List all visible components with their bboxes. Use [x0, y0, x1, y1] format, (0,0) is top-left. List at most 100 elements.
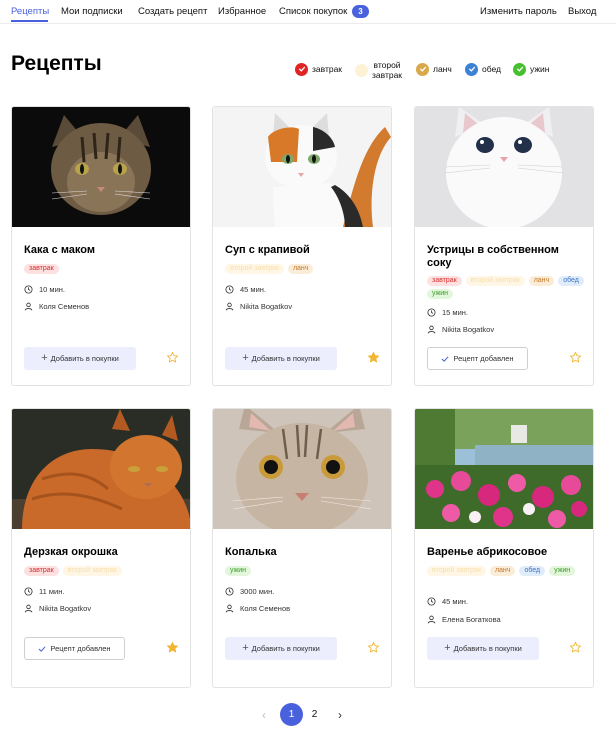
- recipe-title[interactable]: Устрицы в собственном соку: [427, 244, 583, 270]
- user-icon: [427, 615, 436, 624]
- favorite-star-icon[interactable]: [166, 351, 179, 364]
- meal-tag: завтрак: [24, 566, 59, 576]
- clock-icon: [225, 285, 234, 294]
- recipe-image[interactable]: [12, 409, 190, 529]
- filter-label: ужин: [530, 64, 550, 74]
- recipe-tags: завтрак второй завтрак ланч обед ужин: [427, 276, 587, 299]
- meal-tag: обед: [558, 276, 584, 286]
- meal-tag: второй завтрак: [465, 276, 525, 286]
- check-icon: [513, 62, 526, 76]
- plus-icon: +: [242, 352, 249, 364]
- recipe-tags: завтрак второй завтрак: [24, 566, 184, 576]
- meal-tag: ужин: [427, 289, 454, 299]
- filter-breakfast[interactable]: завтрак: [295, 60, 342, 78]
- favorite-star-icon[interactable]: [569, 351, 582, 364]
- check-icon: [442, 356, 449, 362]
- check-icon: [465, 62, 478, 76]
- recipe-added-button[interactable]: Рецепт добавлен: [24, 637, 125, 660]
- nav-create-recipe[interactable]: Создать рецепт: [138, 6, 207, 17]
- recipe-title[interactable]: Дерзкая окрошка: [24, 546, 180, 559]
- plus-icon: +: [444, 642, 451, 654]
- recipe-image[interactable]: [213, 107, 391, 227]
- recipe-title[interactable]: Суп с крапивой: [225, 244, 381, 257]
- user-icon: [225, 302, 234, 311]
- recipe-added-button[interactable]: Рецепт добавлен: [427, 347, 528, 370]
- meal-tag: ужин: [549, 566, 576, 576]
- plus-icon: +: [242, 642, 249, 654]
- filter-lunch[interactable]: ланч: [416, 60, 452, 78]
- nav-change-password[interactable]: Изменить пароль: [480, 6, 557, 17]
- plus-icon: +: [41, 352, 48, 364]
- recipe-author: Nikita Bogatkov: [24, 604, 91, 613]
- recipe-time: 45 мин.: [225, 285, 266, 294]
- recipe-tags: второй завтрак ланч обед ужин: [427, 566, 587, 576]
- meal-tag: завтрак: [24, 264, 59, 274]
- recipe-image[interactable]: [415, 107, 593, 227]
- meal-tag: второй завтрак: [225, 264, 284, 274]
- add-to-shopping-button[interactable]: + Добавить в покупки: [225, 637, 337, 660]
- clock-icon: [427, 308, 436, 317]
- recipe-card: Варенье абрикосовое второй завтрак ланч об…: [414, 408, 594, 688]
- recipe-card: Дерзкая окрошка завтрак второй завтрак 11…: [11, 408, 191, 688]
- add-to-shopping-button[interactable]: + Добавить в покупки: [427, 637, 539, 660]
- filter-dinner[interactable]: обед: [465, 60, 501, 78]
- favorite-star-icon[interactable]: [367, 641, 380, 654]
- prev-page-button[interactable]: ‹: [262, 708, 266, 722]
- recipe-tags: второй завтрак ланч: [225, 264, 385, 274]
- add-to-shopping-button[interactable]: + Добавить в покупки: [225, 347, 337, 370]
- recipe-image[interactable]: [213, 409, 391, 529]
- recipe-tags: ужин: [225, 566, 385, 576]
- favorite-star-icon[interactable]: [166, 641, 179, 654]
- page-2-button[interactable]: 2: [303, 703, 326, 726]
- recipe-time: 11 мин.: [24, 587, 64, 596]
- nav-favorites[interactable]: Избранное: [218, 6, 266, 17]
- meal-tag: ланч: [528, 276, 555, 286]
- filter-supper[interactable]: ужин: [513, 60, 549, 78]
- recipe-time: 3000 мин.: [225, 587, 274, 596]
- recipe-title[interactable]: Копалька: [225, 546, 381, 559]
- next-page-button[interactable]: ›: [338, 708, 342, 722]
- nav-logout[interactable]: Выход: [568, 6, 596, 17]
- recipe-time: 45 мин.: [427, 597, 468, 606]
- recipe-title[interactable]: Варенье абрикосовое: [427, 546, 583, 559]
- meal-tag: второй завтрак: [427, 566, 486, 576]
- favorite-star-icon[interactable]: [367, 351, 380, 364]
- nav-active-indicator: [11, 20, 48, 22]
- clock-icon: [225, 587, 234, 596]
- recipe-time: 10 мин.: [24, 285, 65, 294]
- nav-recipes[interactable]: Рецепты: [11, 6, 49, 17]
- add-to-shopping-button[interactable]: + Добавить в покупки: [24, 347, 136, 370]
- user-icon: [225, 604, 234, 613]
- recipe-author: Nikita Bogatkov: [225, 302, 292, 311]
- unchecked-circle-icon: [355, 63, 368, 77]
- clock-icon: [427, 597, 436, 606]
- check-icon: [295, 62, 308, 76]
- nav-subscriptions[interactable]: Мои подписки: [61, 6, 123, 17]
- user-icon: [24, 604, 33, 613]
- check-icon: [416, 62, 429, 76]
- recipe-card: Устрицы в собственном соку завтрак второй…: [414, 106, 594, 386]
- recipe-image[interactable]: [12, 107, 190, 227]
- user-icon: [427, 325, 436, 334]
- nav-shopping-list[interactable]: Список покупок: [279, 6, 347, 17]
- check-icon: [39, 646, 46, 652]
- shopping-count-badge: 3: [352, 5, 369, 18]
- user-icon: [24, 302, 33, 311]
- recipe-card: Кака с маком завтрак 10 мин. Коля Семено…: [11, 106, 191, 386]
- recipe-author: Елена Богаткова: [427, 615, 501, 624]
- recipe-author: Коля Семенов: [24, 302, 89, 311]
- recipe-title[interactable]: Кака с маком: [24, 244, 180, 257]
- recipe-card: Копалька ужин 3000 мин. Коля Семенов + Д…: [212, 408, 392, 688]
- meal-tag: второй завтрак: [62, 566, 122, 576]
- meal-tag: ланч: [489, 566, 516, 576]
- recipe-author: Коля Семенов: [225, 604, 290, 613]
- favorite-star-icon[interactable]: [569, 641, 582, 654]
- recipe-image[interactable]: [415, 409, 593, 529]
- meal-tag: завтрак: [427, 276, 462, 286]
- clock-icon: [24, 587, 33, 596]
- recipe-tags: завтрак: [24, 264, 184, 274]
- recipe-time: 15 мин.: [427, 308, 468, 317]
- filter-second-breakfast[interactable]: второй завтрак: [355, 59, 402, 81]
- meal-tag: ужин: [225, 566, 252, 576]
- page-1-button[interactable]: 1: [280, 703, 303, 726]
